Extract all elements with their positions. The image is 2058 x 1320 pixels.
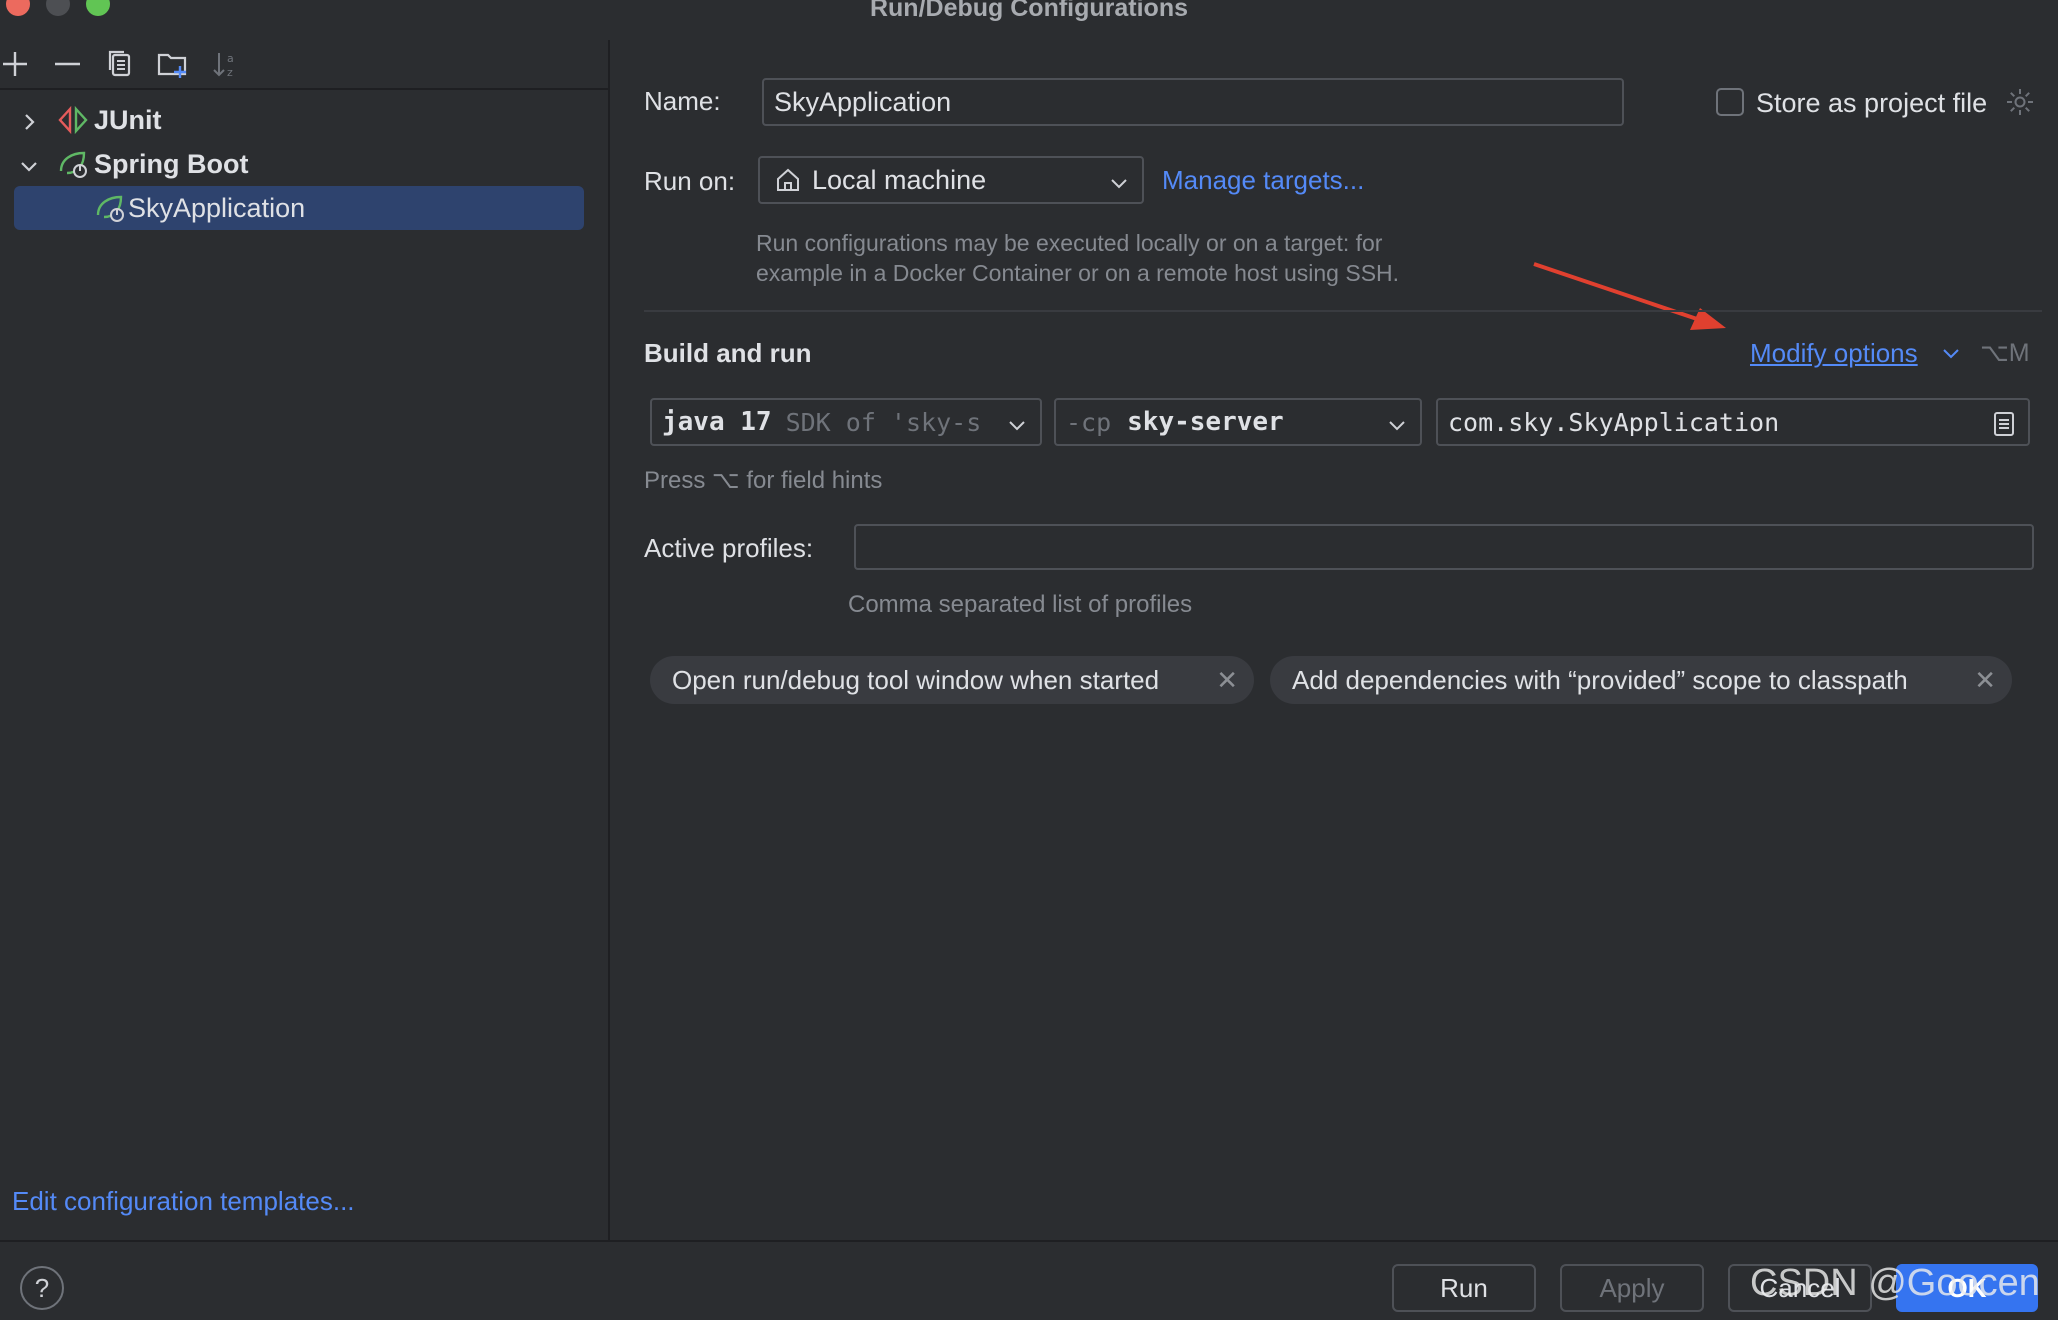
tree-item-label: Spring Boot (94, 148, 249, 179)
run-on-dropdown[interactable]: Local machine (758, 156, 1144, 204)
junit-icon (56, 103, 90, 137)
manage-targets-link[interactable]: Manage targets... (1162, 165, 1364, 196)
jdk-version: java 17 (662, 407, 772, 437)
edit-configuration-templates-link[interactable]: Edit configuration templates... (12, 1186, 355, 1217)
active-profiles-label: Active profiles: (644, 533, 814, 563)
close-icon[interactable]: ✕ (1974, 665, 1996, 696)
chevron-down-icon[interactable] (1940, 342, 1962, 364)
classpath-prefix: -cp (1066, 407, 1112, 437)
section-divider (644, 310, 2042, 312)
run-on-value: Local machine (812, 164, 987, 195)
apply-button[interactable]: Apply (1560, 1264, 1704, 1312)
run-on-hint-line: Run configurations may be executed local… (756, 230, 1383, 256)
option-chip-provided-scope[interactable]: Add dependencies with “provided” scope t… (1270, 656, 2012, 704)
store-as-project-file-checkbox[interactable] (1716, 88, 1744, 116)
add-icon[interactable] (0, 48, 32, 80)
gear-icon[interactable] (2004, 86, 2036, 118)
spring-boot-run-icon (94, 191, 128, 225)
run-on-label: Run on: (644, 166, 736, 196)
toolbar-divider (0, 88, 608, 90)
chevron-right-icon[interactable] (18, 109, 40, 131)
close-icon[interactable]: ✕ (1216, 665, 1238, 696)
field-hints-text: Press ⌥ for field hints (644, 467, 883, 494)
modify-options-link[interactable]: Modify options (1750, 338, 1918, 369)
help-button[interactable]: ? (20, 1266, 64, 1310)
name-label: Name: (644, 86, 721, 116)
chevron-down-icon (1108, 170, 1130, 192)
window-title: Run/Debug Configurations (869, 0, 1189, 22)
browse-class-icon[interactable] (1992, 410, 2016, 438)
classpath-module-value: sky-server (1127, 407, 1284, 437)
tree-item-sky-application[interactable]: SkyApplication (0, 187, 608, 229)
chip-label: Add dependencies with “provided” scope t… (1292, 664, 1908, 695)
tree-item-spring-boot[interactable]: Spring Boot (0, 143, 608, 185)
annotation-arrow (1530, 258, 1740, 338)
help-icon: ? (34, 1272, 50, 1303)
build-and-run-title: Build and run (644, 338, 812, 368)
chip-label: Open run/debug tool window when started (672, 664, 1160, 695)
spring-boot-icon (56, 147, 90, 181)
home-icon (774, 166, 802, 194)
name-field-value: SkyApplication (774, 86, 952, 117)
svg-text:a: a (227, 52, 234, 65)
watermark: CSDN @Goocen (1750, 1262, 2040, 1304)
classpath-module-dropdown[interactable]: -cp sky-server (1054, 398, 1422, 446)
jdk-description: SDK of 'sky-s (785, 407, 982, 437)
tree-item-label: JUnit (94, 104, 162, 135)
main-class-field[interactable]: com.sky.SkyApplication (1436, 398, 2030, 446)
chevron-down-icon (1386, 412, 1408, 434)
run-button[interactable]: Run (1392, 1264, 1536, 1312)
modify-options-shortcut: ⌥M (1980, 339, 2030, 367)
main-class-value: com.sky.SkyApplication (1448, 407, 1780, 437)
panel-divider[interactable] (608, 40, 610, 1240)
svg-text:z: z (227, 66, 233, 79)
chevron-down-icon[interactable] (18, 153, 40, 175)
jdk-dropdown[interactable]: java 17 SDK of 'sky-s (650, 398, 1042, 446)
new-folder-icon[interactable] (156, 48, 188, 80)
store-as-project-file-label[interactable]: Store as project file (1756, 88, 1987, 119)
tree-item-junit[interactable]: JUnit (0, 99, 608, 141)
run-on-hint: Run configurations may be executed local… (756, 228, 1399, 288)
copy-icon[interactable] (104, 48, 136, 80)
option-chip-open-tool-window[interactable]: Open run/debug tool window when started … (650, 656, 1254, 704)
active-profiles-hint: Comma separated list of profiles (848, 591, 1193, 618)
tree-item-label: SkyApplication (128, 192, 306, 223)
footer-divider (0, 1240, 2058, 1242)
chevron-down-icon (1006, 412, 1028, 434)
sort-icon[interactable]: az (210, 48, 242, 80)
run-on-hint-line: example in a Docker Container or on a re… (756, 260, 1400, 286)
name-field[interactable]: SkyApplication (762, 78, 1624, 126)
active-profiles-field[interactable] (854, 524, 2034, 570)
remove-icon[interactable] (52, 48, 84, 80)
